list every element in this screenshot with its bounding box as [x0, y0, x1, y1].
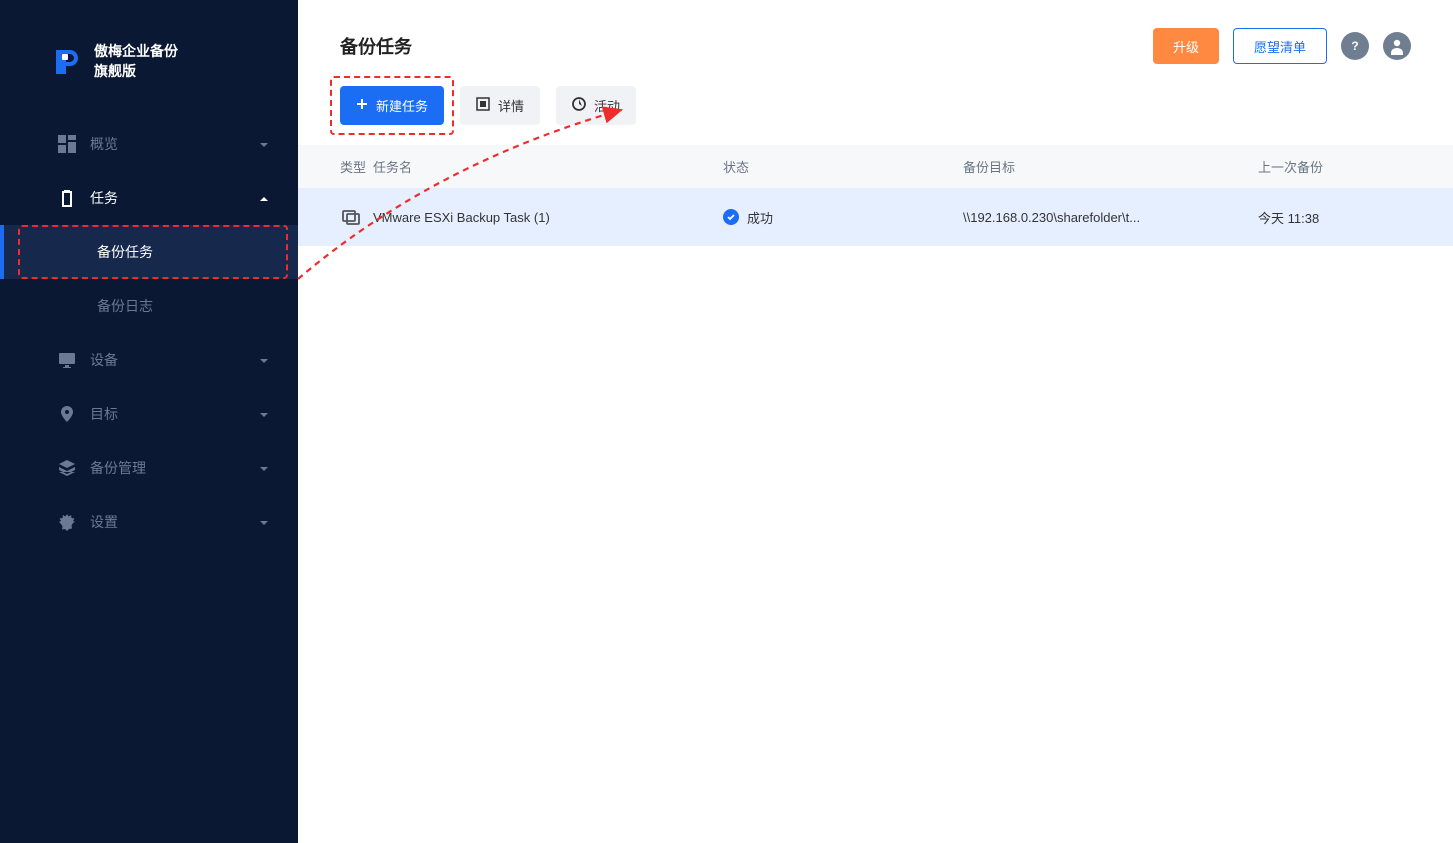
clipboard-icon [58, 189, 76, 207]
sidebar-item-tasks[interactable]: 任务 [0, 171, 298, 225]
sidebar-item-label: 设置 [90, 512, 118, 532]
monitor-icon [58, 351, 76, 369]
user-avatar-button[interactable] [1383, 32, 1411, 60]
activity-icon [572, 97, 586, 114]
cell-target: \\192.168.0.230\sharefolder\t... [963, 210, 1258, 225]
plus-icon [356, 98, 368, 113]
new-task-highlight-wrap: 新建任务 [340, 86, 444, 125]
app-title-line1: 傲梅企业备份 [94, 42, 178, 62]
sidebar-item-backup-logs[interactable]: 备份日志 [0, 279, 298, 333]
header-actions: 升级 愿望清单 ? [1153, 28, 1411, 64]
new-task-button[interactable]: 新建任务 [340, 86, 444, 125]
sidebar-header: 傲梅企业备份 旗舰版 [0, 0, 298, 105]
tasks-table: 类型 任务名 状态 备份目标 上一次备份 VMware ESXi Backup … [298, 145, 1453, 246]
sidebar-item-overview[interactable]: 概览 [0, 117, 298, 171]
sidebar: 傲梅企业备份 旗舰版 概览 任务 备份任务 [0, 0, 298, 843]
sidebar-menu: 概览 任务 备份任务 备份日志 设 [0, 105, 298, 843]
sidebar-item-label: 设备 [90, 350, 118, 370]
app-title: 傲梅企业备份 旗舰版 [94, 42, 178, 81]
chevron-down-icon [258, 516, 270, 528]
wishlist-button[interactable]: 愿望清单 [1233, 28, 1327, 64]
main-header: 备份任务 升级 愿望清单 ? [298, 0, 1453, 64]
col-header-name: 任务名 [373, 157, 723, 176]
activity-button[interactable]: 活动 [556, 86, 636, 125]
cell-last: 今天 11:38 [1258, 208, 1453, 227]
chevron-up-icon [258, 192, 270, 204]
chevron-down-icon [258, 138, 270, 150]
sidebar-item-settings[interactable]: 设置 [0, 495, 298, 549]
layers-icon [58, 459, 76, 477]
chevron-down-icon [258, 354, 270, 366]
page-title: 备份任务 [340, 33, 412, 59]
sidebar-item-label: 备份日志 [97, 298, 153, 314]
annotation-highlight-box [18, 225, 288, 279]
col-header-target: 备份目标 [963, 157, 1258, 176]
new-task-label: 新建任务 [376, 96, 428, 115]
sidebar-item-devices[interactable]: 设备 [0, 333, 298, 387]
status-text: 成功 [747, 208, 773, 227]
cell-type [298, 206, 373, 228]
main-content: 备份任务 升级 愿望清单 ? 新建任务 详情 [298, 0, 1453, 843]
dashboard-icon [58, 135, 76, 153]
sidebar-item-label: 备份管理 [90, 458, 146, 478]
cell-status: 成功 [723, 208, 963, 227]
details-icon [476, 97, 490, 114]
chevron-down-icon [258, 408, 270, 420]
chevron-down-icon [258, 462, 270, 474]
upgrade-button[interactable]: 升级 [1153, 28, 1219, 64]
details-label: 详情 [498, 96, 524, 115]
help-button[interactable]: ? [1341, 32, 1369, 60]
table-header-row: 类型 任务名 状态 备份目标 上一次备份 [298, 145, 1453, 188]
sidebar-item-backup-tasks[interactable]: 备份任务 [0, 225, 298, 279]
sidebar-item-target[interactable]: 目标 [0, 387, 298, 441]
sidebar-item-label: 备份任务 [97, 244, 153, 260]
table-row[interactable]: VMware ESXi Backup Task (1) 成功 \\192.168… [298, 188, 1453, 246]
app-title-line2: 旗舰版 [94, 62, 178, 82]
vm-type-icon [340, 206, 362, 228]
sidebar-item-label: 目标 [90, 404, 118, 424]
app-logo-icon [50, 46, 82, 78]
col-header-status: 状态 [723, 157, 963, 176]
col-header-type: 类型 [298, 157, 373, 176]
toolbar: 新建任务 详情 活动 [298, 64, 1453, 145]
col-header-last: 上一次备份 [1258, 157, 1453, 176]
details-button[interactable]: 详情 [460, 86, 540, 125]
gear-icon [58, 513, 76, 531]
activity-label: 活动 [594, 96, 620, 115]
location-pin-icon [58, 405, 76, 423]
success-check-icon [723, 209, 739, 225]
sidebar-item-backup-mgmt[interactable]: 备份管理 [0, 441, 298, 495]
cell-name: VMware ESXi Backup Task (1) [373, 210, 723, 225]
svg-text:?: ? [1351, 39, 1358, 53]
sidebar-item-label: 概览 [90, 134, 118, 154]
sidebar-item-label: 任务 [90, 188, 118, 208]
